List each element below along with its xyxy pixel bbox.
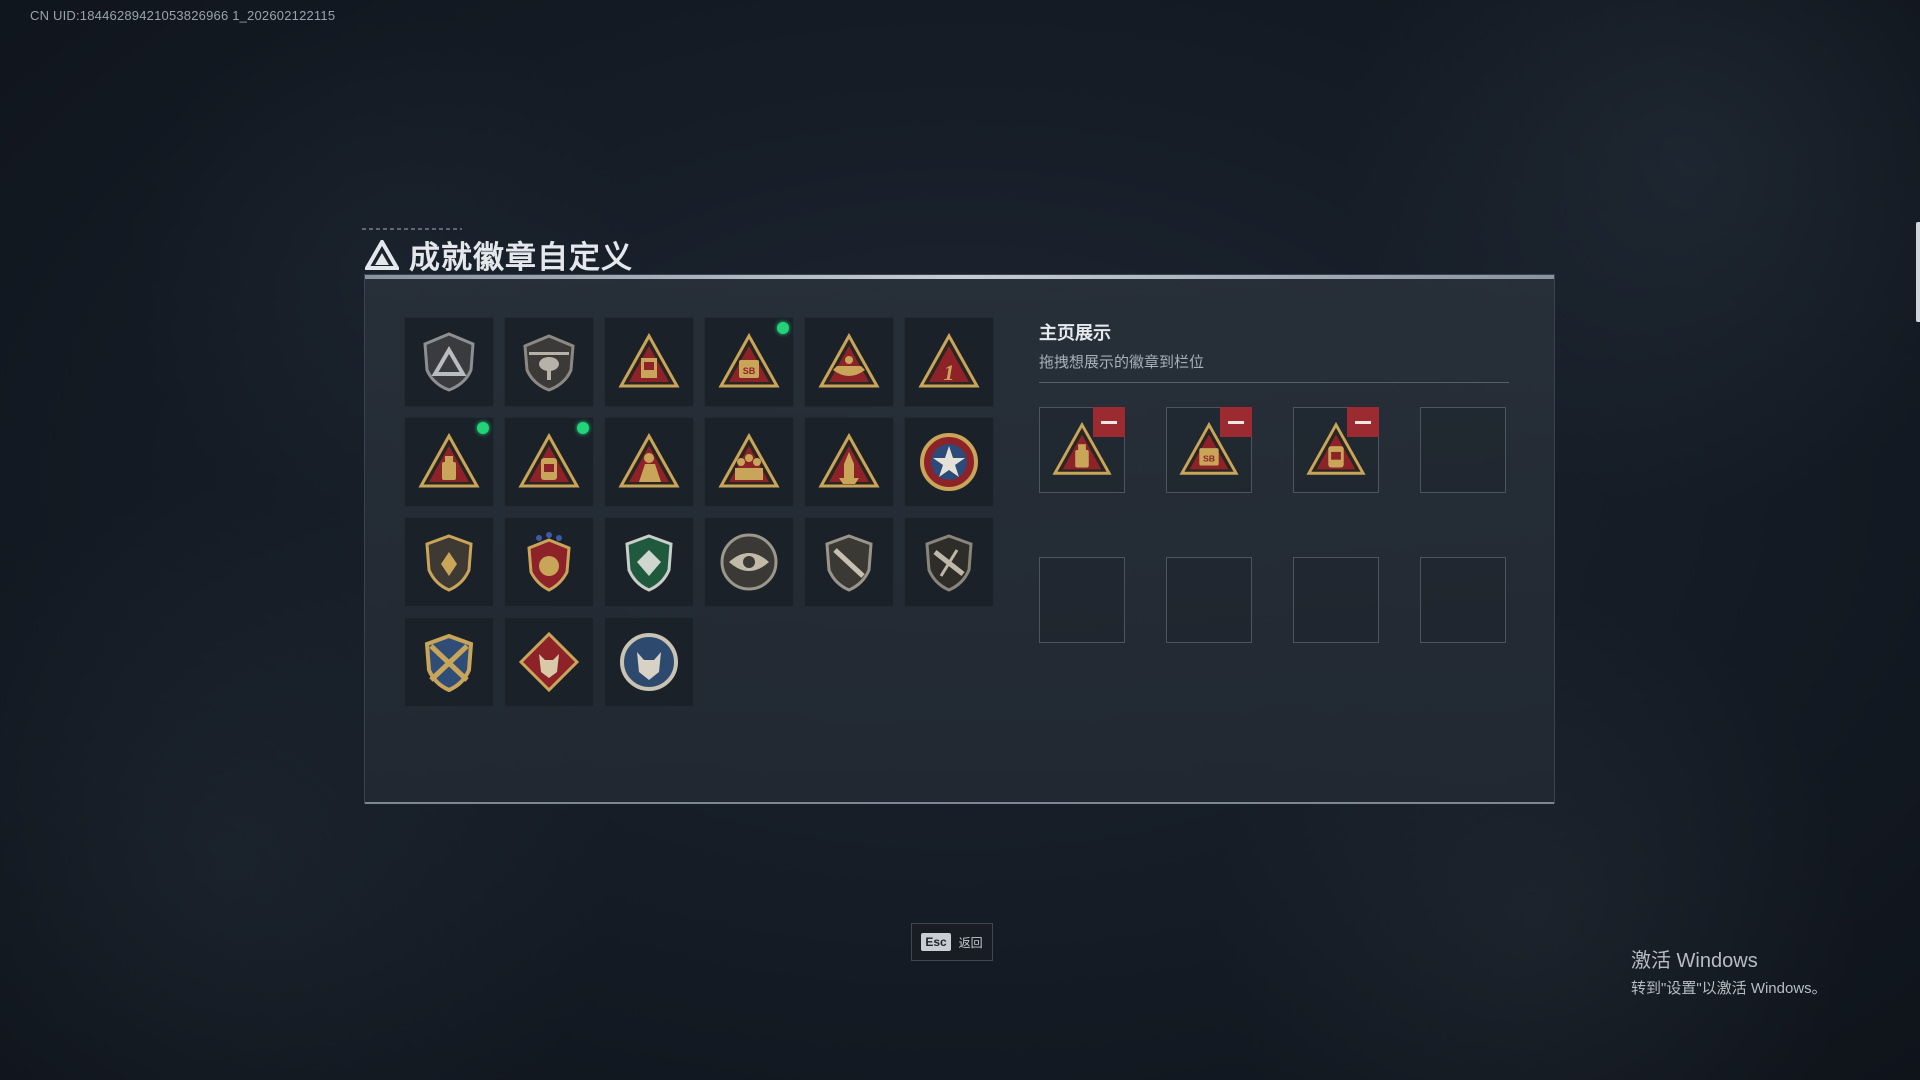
- badge-item[interactable]: [604, 517, 694, 607]
- windows-activation-watermark: 激活 Windows 转到"设置"以激活 Windows。: [1631, 944, 1827, 998]
- triangle-soldier-badge-icon: [618, 432, 680, 488]
- badge-item[interactable]: [904, 517, 994, 607]
- back-label: 返回: [958, 935, 983, 950]
- showcase-slot-empty[interactable]: [1420, 557, 1506, 643]
- badge-item[interactable]: [404, 517, 494, 607]
- green-diamond-shield-badge-icon: [625, 534, 673, 592]
- badge-item[interactable]: [604, 617, 694, 707]
- helicopter-shield-badge-icon: [523, 334, 575, 392]
- minus-icon: [1355, 420, 1371, 424]
- badge-item[interactable]: [404, 617, 494, 707]
- badge-item[interactable]: [504, 517, 594, 607]
- badge-item[interactable]: [504, 317, 594, 407]
- shield-triangle-badge-icon: [423, 332, 475, 392]
- badge-item[interactable]: [604, 417, 694, 507]
- new-indicator-dot: [577, 422, 589, 434]
- page-header: 成就徽章自定义: [365, 232, 633, 277]
- triangle-ship-badge-icon: [818, 332, 880, 388]
- showcase-subtitle: 拖拽想展示的徽章到栏位: [1039, 354, 1205, 371]
- side-edge-tab[interactable]: [1916, 222, 1920, 322]
- showcase-slot-empty[interactable]: [1039, 557, 1125, 643]
- triangle-card-badge-icon: [618, 332, 680, 388]
- showcase-slot-empty[interactable]: [1166, 557, 1252, 643]
- svg-text:SB: SB: [743, 366, 756, 376]
- badge-item[interactable]: [804, 317, 894, 407]
- badge-item[interactable]: [504, 617, 594, 707]
- wolf-circle-badge-icon: [620, 633, 678, 691]
- badge-item[interactable]: [404, 317, 494, 407]
- remove-badge-button[interactable]: [1220, 407, 1252, 437]
- wolf-diamond-badge-icon: [518, 631, 580, 693]
- showcase-slot-filled[interactable]: [1293, 407, 1379, 493]
- badge-item[interactable]: [804, 517, 894, 607]
- showcase-header: 主页展示 拖拽想展示的徽章到栏位: [1039, 319, 1509, 383]
- showcase-slot-filled[interactable]: [1039, 407, 1125, 493]
- badge-item[interactable]: [904, 417, 994, 507]
- badge-item[interactable]: [504, 417, 594, 507]
- star-medal-badge-icon: [920, 433, 978, 491]
- rifle-shield-badge-icon: [825, 534, 873, 592]
- triangle-sb-badge-icon: SB: [718, 332, 780, 388]
- triangle-number-one-badge-icon: 1: [918, 332, 980, 388]
- title-decoration: [362, 228, 462, 230]
- new-indicator-dot: [477, 422, 489, 434]
- windows-activation-hint: 转到"设置"以激活 Windows。: [1631, 980, 1827, 997]
- minus-icon: [1228, 420, 1244, 424]
- windows-activation-title: 激活 Windows: [1631, 950, 1758, 972]
- panel-bottom-bar: [365, 802, 1554, 804]
- showcase-title: 主页展示: [1039, 323, 1111, 343]
- crossed-rifles-badge-icon: [424, 633, 474, 693]
- showcase-slot-empty[interactable]: [1420, 407, 1506, 493]
- eye-emblem-badge-icon: [720, 533, 778, 591]
- badge-customize-panel: SB 1 主页展示 拖拽想展示的徽章到栏位 SB: [364, 274, 1555, 804]
- triangle-rocket-badge-icon: [818, 432, 880, 488]
- showcase-slot-empty[interactable]: [1293, 557, 1379, 643]
- minus-icon: [1101, 420, 1117, 424]
- badge-item[interactable]: [804, 417, 894, 507]
- badge-item[interactable]: SB: [704, 317, 794, 407]
- triangle-bottle-badge-icon: [418, 432, 480, 488]
- shield-wings-badge-icon: [425, 534, 473, 592]
- triangle-canister-badge-icon: [518, 432, 580, 488]
- new-indicator-dot: [777, 322, 789, 334]
- badge-item[interactable]: [704, 517, 794, 607]
- showcase-slot-filled[interactable]: SB: [1166, 407, 1252, 493]
- svg-text:1: 1: [944, 360, 955, 385]
- showcase-slot-grid: SB: [1039, 407, 1506, 643]
- uid-label: CN UID:18446289421053826966 1_2026021221…: [30, 8, 336, 23]
- badge-item[interactable]: [704, 417, 794, 507]
- badge-grid: SB 1: [404, 317, 994, 707]
- badge-item[interactable]: [404, 417, 494, 507]
- showcase-divider: [1039, 382, 1509, 383]
- badge-item[interactable]: [604, 317, 694, 407]
- remove-badge-button[interactable]: [1093, 407, 1125, 437]
- rifle-shield-dark-badge-icon: [925, 534, 973, 592]
- page-title: 成就徽章自定义: [409, 240, 633, 275]
- delta-logo-icon: [365, 239, 399, 270]
- svg-text:SB: SB: [1203, 454, 1215, 464]
- esc-key-icon: Esc: [921, 933, 951, 951]
- crest-stars-badge-icon: [527, 532, 571, 592]
- badge-item[interactable]: 1: [904, 317, 994, 407]
- remove-badge-button[interactable]: [1347, 407, 1379, 437]
- back-button[interactable]: Esc 返回: [911, 923, 993, 961]
- triangle-squad-badge-icon: [718, 432, 780, 488]
- panel-top-bar: [365, 275, 1554, 279]
